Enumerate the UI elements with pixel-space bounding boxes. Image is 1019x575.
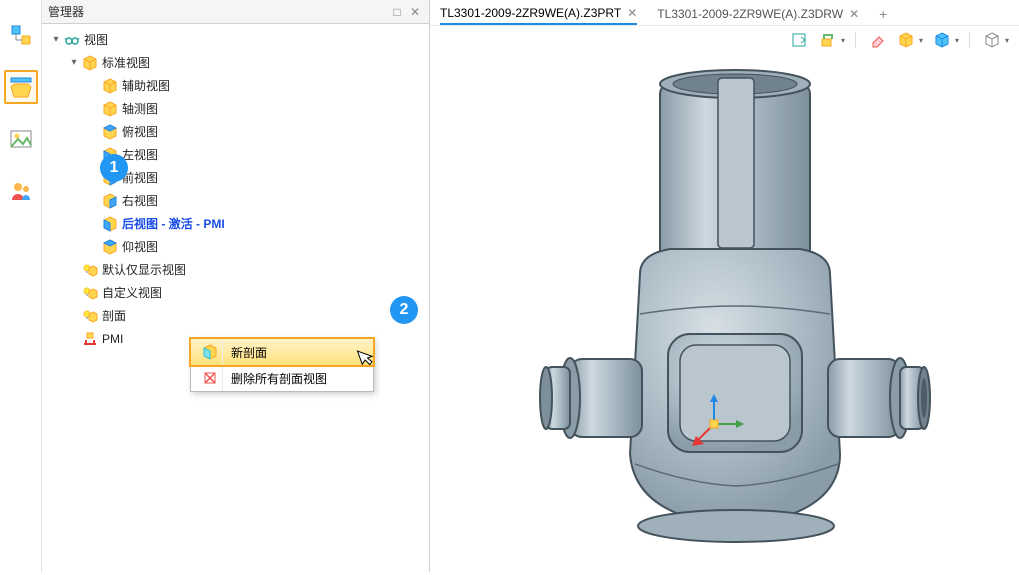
bulb-cube-icon (82, 308, 98, 324)
menu-new-section[interactable]: 新剖面 (191, 339, 373, 365)
tree-label: 轴测图 (122, 100, 158, 117)
manager-panel: 管理器 □ ✕ 1 2 ▾ 视图 ▾ 标准视图 辅助视图 (42, 0, 430, 572)
bulb-cube-icon (82, 262, 98, 278)
context-menu: 新剖面 删除所有剖面视图 (190, 338, 374, 392)
tree-label-active: 后视图 - 激活 - PMI (122, 215, 225, 232)
viewport-toolbar: ▾ ▾ ▾ ▾ (430, 26, 1019, 54)
tree-label: 右视图 (122, 192, 158, 209)
viewport: TL3301-2009-2ZR9WE(A).Z3PRT ✕ TL3301-200… (430, 0, 1019, 572)
toolbar-view-manager-icon[interactable] (4, 70, 38, 104)
twisty-icon[interactable]: ▾ (50, 34, 62, 46)
eraser-icon[interactable] (869, 31, 887, 49)
cube-gold-icon (102, 101, 118, 117)
tree-right-view[interactable]: 右视图 (42, 189, 429, 212)
tab-drw[interactable]: TL3301-2009-2ZR9WE(A).Z3DRW ✕ (657, 3, 859, 25)
tree-custom-view[interactable]: 自定义视图 (42, 281, 429, 304)
section-cube-icon (197, 339, 223, 365)
cube-face-top-icon (102, 124, 118, 140)
chevron-down-icon[interactable]: ▾ (841, 36, 845, 45)
tab-bar: TL3301-2009-2ZR9WE(A).Z3PRT ✕ TL3301-200… (430, 0, 1019, 26)
tree-aux-view[interactable]: 辅助视图 (42, 74, 429, 97)
tree-label: 俯视图 (122, 123, 158, 140)
twisty-icon[interactable]: ▾ (68, 57, 80, 69)
vertical-toolbar (0, 0, 42, 572)
separator (969, 32, 973, 48)
toolbar-model-tree-icon[interactable] (4, 18, 38, 52)
panel-minimize-icon[interactable]: □ (389, 4, 405, 20)
bulb-cube-icon (82, 285, 98, 301)
toolbar-user-icon[interactable] (4, 174, 38, 208)
menu-item-label: 新剖面 (231, 344, 267, 361)
export-view-icon[interactable] (791, 31, 809, 49)
tree-bottom-view[interactable]: 仰视图 (42, 235, 429, 258)
menu-item-label: 删除所有剖面视图 (231, 370, 327, 387)
tree-top-view[interactable]: 俯视图 (42, 120, 429, 143)
tree-label: 剖面 (102, 307, 126, 324)
chevron-down-icon[interactable]: ▾ (955, 36, 959, 45)
tree-default-show[interactable]: 默认仅显示视图 (42, 258, 429, 281)
separator (855, 32, 859, 48)
cube-gold-icon (82, 55, 98, 71)
tab-close-icon[interactable]: ✕ (627, 6, 637, 20)
cube-face-bottom-icon (102, 239, 118, 255)
panel-header: 管理器 □ ✕ (42, 0, 429, 24)
tree-label: 自定义视图 (102, 284, 162, 301)
panel-title: 管理器 (48, 3, 387, 20)
tree-label: 左视图 (122, 146, 158, 163)
tab-close-icon[interactable]: ✕ (849, 7, 859, 21)
menu-delete-all-sections[interactable]: 删除所有剖面视图 (191, 365, 373, 391)
tree-label: 辅助视图 (122, 77, 170, 94)
view-tree: 1 2 ▾ 视图 ▾ 标准视图 辅助视图 (42, 24, 429, 572)
model-render (430, 54, 1019, 572)
callout-badge-2: 2 (390, 296, 418, 324)
tree-label: 标准视图 (102, 54, 150, 71)
chevron-down-icon[interactable]: ▾ (1005, 36, 1009, 45)
tree-standard-views[interactable]: ▾ 标准视图 (42, 51, 429, 74)
cube-blue-icon[interactable] (933, 31, 951, 49)
cube-wire-icon[interactable] (983, 31, 1001, 49)
tab-add[interactable]: + (879, 3, 887, 25)
tree-label: PMI (102, 332, 123, 346)
tree-label: 视图 (84, 31, 108, 48)
model-canvas[interactable] (430, 54, 1019, 572)
paint-layer-icon[interactable] (819, 31, 837, 49)
glasses-icon (64, 32, 80, 48)
cube-face-back-icon (102, 216, 118, 232)
pmi-icon (82, 331, 98, 347)
plus-icon: + (879, 6, 887, 22)
chevron-down-icon[interactable]: ▾ (919, 36, 923, 45)
cube-face-right-icon (102, 193, 118, 209)
tab-prt[interactable]: TL3301-2009-2ZR9WE(A).Z3PRT ✕ (440, 3, 637, 25)
tree-label: 默认仅显示视图 (102, 261, 186, 278)
cube-gold-icon (102, 78, 118, 94)
tree-label: 仰视图 (122, 238, 158, 255)
tab-label: TL3301-2009-2ZR9WE(A).Z3PRT (440, 6, 621, 20)
tab-label: TL3301-2009-2ZR9WE(A).Z3DRW (657, 7, 843, 21)
axis-triad-icon (684, 394, 744, 454)
cube-gold-icon[interactable] (897, 31, 915, 49)
tree-axo-view[interactable]: 轴测图 (42, 97, 429, 120)
tree-section-view[interactable]: 剖面 (42, 304, 429, 327)
panel-close-icon[interactable]: ✕ (407, 4, 423, 20)
tree-back-view-active[interactable]: 后视图 - 激活 - PMI (42, 212, 429, 235)
tree-root-views[interactable]: ▾ 视图 (42, 28, 429, 51)
toolbar-image-icon[interactable] (4, 122, 38, 156)
delete-slice-icon (197, 365, 223, 391)
callout-badge-1: 1 (100, 154, 128, 182)
